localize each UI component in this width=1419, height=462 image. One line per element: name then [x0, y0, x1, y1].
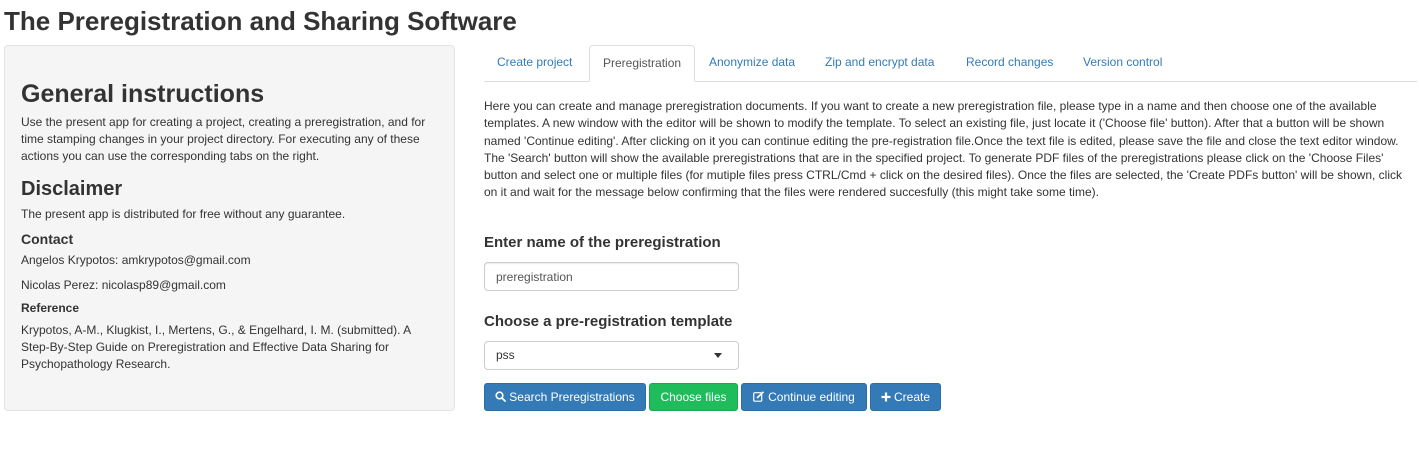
reference-heading: Reference	[21, 301, 80, 315]
continue-editing-label: Continue editing	[768, 390, 855, 404]
contact-heading: Contact	[21, 231, 74, 247]
template-select[interactable]: pss	[484, 341, 739, 370]
search-icon	[495, 385, 507, 411]
reference-text: Krypotos, A-M., Klugkist, I., Mertens, G…	[21, 323, 411, 371]
general-instructions-heading: General instructions	[21, 80, 265, 108]
tab-create-project[interactable]: Create project	[484, 45, 585, 81]
choose-files-button[interactable]: Choose files	[649, 383, 738, 411]
general-instructions-text: Use the present app for creating a proje…	[21, 115, 426, 163]
name-label: Enter name of the preregistration	[484, 234, 721, 251]
edit-icon	[753, 385, 765, 411]
tab-zip-encrypt-data[interactable]: Zip and encrypt data	[812, 45, 947, 81]
tab-record-changes[interactable]: Record changes	[953, 45, 1066, 81]
create-button-label: Create	[893, 390, 931, 404]
disclaimer-heading: Disclaimer	[21, 178, 123, 200]
template-selected-value: pss	[496, 348, 515, 362]
choose-files-label: Choose files	[660, 390, 727, 404]
contact-item: Nicolas Perez: nicolasp89@gmail.com	[21, 278, 226, 292]
search-button-label: Search Preregistrations	[509, 390, 635, 404]
template-label: Choose a pre-registration template	[484, 313, 733, 330]
plus-icon	[881, 385, 891, 411]
app-title: The Preregistration and Sharing Software	[4, 6, 517, 36]
tab-bar: Create project Preregistration Anonymize…	[484, 45, 1417, 82]
tab-preregistration[interactable]: Preregistration	[589, 45, 696, 82]
search-preregistrations-button[interactable]: Search Preregistrations	[484, 383, 646, 411]
disclaimer-text: The present app is distributed for free …	[21, 207, 346, 221]
continue-editing-button[interactable]: Continue editing	[741, 383, 867, 411]
sidebar-panel: General instructions Use the present app…	[4, 45, 455, 411]
caret-down-icon	[714, 353, 722, 358]
tab-anonymize-data[interactable]: Anonymize data	[696, 45, 808, 81]
create-button[interactable]: Create	[870, 383, 941, 411]
tab-version-control[interactable]: Version control	[1070, 45, 1175, 81]
preregistration-name-input[interactable]	[484, 262, 739, 291]
preregistration-instructions: Here you can create and manage preregist…	[484, 99, 1402, 200]
contact-item: Angelos Krypotos: amkrypotos@gmail.com	[21, 253, 251, 267]
